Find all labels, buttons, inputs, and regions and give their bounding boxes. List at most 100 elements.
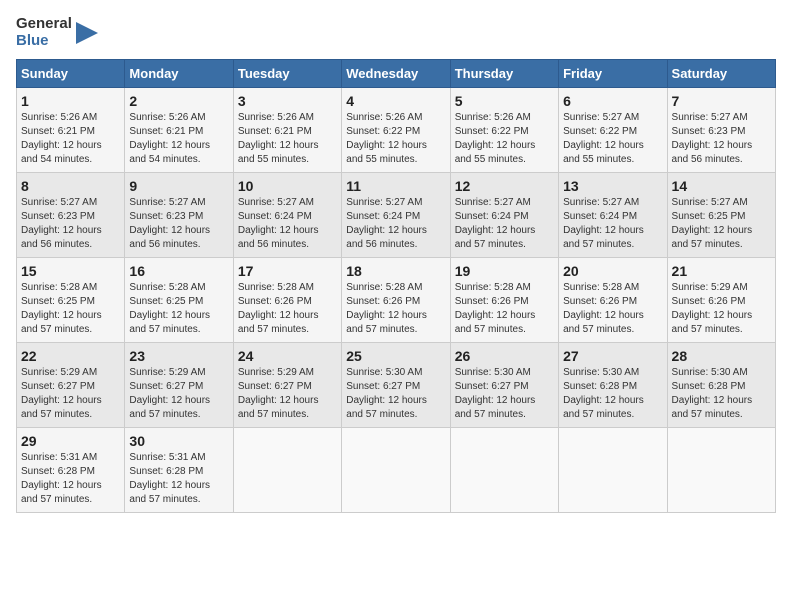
- day-info: Sunrise: 5:27 AMSunset: 6:23 PMDaylight:…: [672, 112, 753, 165]
- table-row: 4 Sunrise: 5:26 AMSunset: 6:22 PMDayligh…: [342, 88, 450, 173]
- day-info: Sunrise: 5:27 AMSunset: 6:24 PMDaylight:…: [346, 197, 427, 250]
- calendar-week-row: 15 Sunrise: 5:28 AMSunset: 6:25 PMDaylig…: [17, 258, 776, 343]
- day-number: 1: [21, 93, 120, 109]
- day-info: Sunrise: 5:26 AMSunset: 6:22 PMDaylight:…: [455, 112, 536, 165]
- day-info: Sunrise: 5:26 AMSunset: 6:22 PMDaylight:…: [346, 112, 427, 165]
- day-number: 5: [455, 93, 554, 109]
- day-number: 15: [21, 263, 120, 279]
- table-row: 29 Sunrise: 5:31 AMSunset: 6:28 PMDaylig…: [17, 428, 125, 513]
- day-number: 30: [129, 433, 228, 449]
- day-info: Sunrise: 5:28 AMSunset: 6:26 PMDaylight:…: [238, 282, 319, 335]
- day-number: 20: [563, 263, 662, 279]
- day-number: 19: [455, 263, 554, 279]
- header-friday: Friday: [559, 60, 667, 88]
- table-row: 25 Sunrise: 5:30 AMSunset: 6:27 PMDaylig…: [342, 343, 450, 428]
- header-thursday: Thursday: [450, 60, 558, 88]
- table-row: 17 Sunrise: 5:28 AMSunset: 6:26 PMDaylig…: [233, 258, 341, 343]
- calendar-week-row: 1 Sunrise: 5:26 AMSunset: 6:21 PMDayligh…: [17, 88, 776, 173]
- day-number: 14: [672, 178, 771, 194]
- day-info: Sunrise: 5:30 AMSunset: 6:28 PMDaylight:…: [563, 367, 644, 420]
- table-row: 21 Sunrise: 5:29 AMSunset: 6:26 PMDaylig…: [667, 258, 775, 343]
- table-row: 18 Sunrise: 5:28 AMSunset: 6:26 PMDaylig…: [342, 258, 450, 343]
- calendar-week-row: 8 Sunrise: 5:27 AMSunset: 6:23 PMDayligh…: [17, 173, 776, 258]
- day-number: 2: [129, 93, 228, 109]
- day-number: 25: [346, 348, 445, 364]
- day-info: Sunrise: 5:28 AMSunset: 6:26 PMDaylight:…: [455, 282, 536, 335]
- day-info: Sunrise: 5:28 AMSunset: 6:26 PMDaylight:…: [346, 282, 427, 335]
- table-row: 19 Sunrise: 5:28 AMSunset: 6:26 PMDaylig…: [450, 258, 558, 343]
- day-info: Sunrise: 5:26 AMSunset: 6:21 PMDaylight:…: [129, 112, 210, 165]
- day-number: 4: [346, 93, 445, 109]
- day-info: Sunrise: 5:30 AMSunset: 6:27 PMDaylight:…: [455, 367, 536, 420]
- table-row: 11 Sunrise: 5:27 AMSunset: 6:24 PMDaylig…: [342, 173, 450, 258]
- day-number: 9: [129, 178, 228, 194]
- calendar-week-row: 22 Sunrise: 5:29 AMSunset: 6:27 PMDaylig…: [17, 343, 776, 428]
- day-number: 10: [238, 178, 337, 194]
- calendar-week-row: 29 Sunrise: 5:31 AMSunset: 6:28 PMDaylig…: [17, 428, 776, 513]
- header-monday: Monday: [125, 60, 233, 88]
- table-row: 3 Sunrise: 5:26 AMSunset: 6:21 PMDayligh…: [233, 88, 341, 173]
- day-info: Sunrise: 5:29 AMSunset: 6:26 PMDaylight:…: [672, 282, 753, 335]
- weekday-header-row: Sunday Monday Tuesday Wednesday Thursday…: [17, 60, 776, 88]
- table-row: 9 Sunrise: 5:27 AMSunset: 6:23 PMDayligh…: [125, 173, 233, 258]
- day-number: 23: [129, 348, 228, 364]
- day-info: Sunrise: 5:29 AMSunset: 6:27 PMDaylight:…: [21, 367, 102, 420]
- day-number: 28: [672, 348, 771, 364]
- day-number: 13: [563, 178, 662, 194]
- day-number: 6: [563, 93, 662, 109]
- table-row: 24 Sunrise: 5:29 AMSunset: 6:27 PMDaylig…: [233, 343, 341, 428]
- day-info: Sunrise: 5:30 AMSunset: 6:27 PMDaylight:…: [346, 367, 427, 420]
- header-sunday: Sunday: [17, 60, 125, 88]
- table-row: 16 Sunrise: 5:28 AMSunset: 6:25 PMDaylig…: [125, 258, 233, 343]
- table-row: 14 Sunrise: 5:27 AMSunset: 6:25 PMDaylig…: [667, 173, 775, 258]
- day-info: Sunrise: 5:30 AMSunset: 6:28 PMDaylight:…: [672, 367, 753, 420]
- day-number: 3: [238, 93, 337, 109]
- day-number: 11: [346, 178, 445, 194]
- day-number: 8: [21, 178, 120, 194]
- table-row: 7 Sunrise: 5:27 AMSunset: 6:23 PMDayligh…: [667, 88, 775, 173]
- table-row: [559, 428, 667, 513]
- day-info: Sunrise: 5:27 AMSunset: 6:24 PMDaylight:…: [455, 197, 536, 250]
- table-row: 22 Sunrise: 5:29 AMSunset: 6:27 PMDaylig…: [17, 343, 125, 428]
- table-row: 2 Sunrise: 5:26 AMSunset: 6:21 PMDayligh…: [125, 88, 233, 173]
- logo-chevron-icon: [76, 22, 98, 44]
- day-info: Sunrise: 5:31 AMSunset: 6:28 PMDaylight:…: [129, 452, 210, 505]
- day-info: Sunrise: 5:27 AMSunset: 6:24 PMDaylight:…: [238, 197, 319, 250]
- header-tuesday: Tuesday: [233, 60, 341, 88]
- day-info: Sunrise: 5:26 AMSunset: 6:21 PMDaylight:…: [21, 112, 102, 165]
- day-info: Sunrise: 5:27 AMSunset: 6:23 PMDaylight:…: [21, 197, 102, 250]
- day-info: Sunrise: 5:27 AMSunset: 6:24 PMDaylight:…: [563, 197, 644, 250]
- day-info: Sunrise: 5:26 AMSunset: 6:21 PMDaylight:…: [238, 112, 319, 165]
- day-number: 21: [672, 263, 771, 279]
- logo-blue: Blue: [16, 33, 72, 50]
- day-info: Sunrise: 5:28 AMSunset: 6:26 PMDaylight:…: [563, 282, 644, 335]
- table-row: [667, 428, 775, 513]
- day-number: 16: [129, 263, 228, 279]
- logo: General Blue: [16, 16, 98, 49]
- day-info: Sunrise: 5:27 AMSunset: 6:23 PMDaylight:…: [129, 197, 210, 250]
- logo-general: General: [16, 16, 72, 33]
- table-row: [342, 428, 450, 513]
- day-number: 12: [455, 178, 554, 194]
- day-info: Sunrise: 5:27 AMSunset: 6:22 PMDaylight:…: [563, 112, 644, 165]
- table-row: 12 Sunrise: 5:27 AMSunset: 6:24 PMDaylig…: [450, 173, 558, 258]
- table-row: 30 Sunrise: 5:31 AMSunset: 6:28 PMDaylig…: [125, 428, 233, 513]
- day-number: 18: [346, 263, 445, 279]
- logo-text: General Blue: [16, 16, 72, 49]
- table-row: 10 Sunrise: 5:27 AMSunset: 6:24 PMDaylig…: [233, 173, 341, 258]
- day-number: 24: [238, 348, 337, 364]
- header-wednesday: Wednesday: [342, 60, 450, 88]
- day-number: 29: [21, 433, 120, 449]
- day-info: Sunrise: 5:29 AMSunset: 6:27 PMDaylight:…: [129, 367, 210, 420]
- table-row: 8 Sunrise: 5:27 AMSunset: 6:23 PMDayligh…: [17, 173, 125, 258]
- table-row: 15 Sunrise: 5:28 AMSunset: 6:25 PMDaylig…: [17, 258, 125, 343]
- table-row: 1 Sunrise: 5:26 AMSunset: 6:21 PMDayligh…: [17, 88, 125, 173]
- header-saturday: Saturday: [667, 60, 775, 88]
- day-number: 22: [21, 348, 120, 364]
- table-row: 20 Sunrise: 5:28 AMSunset: 6:26 PMDaylig…: [559, 258, 667, 343]
- table-row: 23 Sunrise: 5:29 AMSunset: 6:27 PMDaylig…: [125, 343, 233, 428]
- table-row: 27 Sunrise: 5:30 AMSunset: 6:28 PMDaylig…: [559, 343, 667, 428]
- day-number: 17: [238, 263, 337, 279]
- day-info: Sunrise: 5:28 AMSunset: 6:25 PMDaylight:…: [21, 282, 102, 335]
- day-info: Sunrise: 5:28 AMSunset: 6:25 PMDaylight:…: [129, 282, 210, 335]
